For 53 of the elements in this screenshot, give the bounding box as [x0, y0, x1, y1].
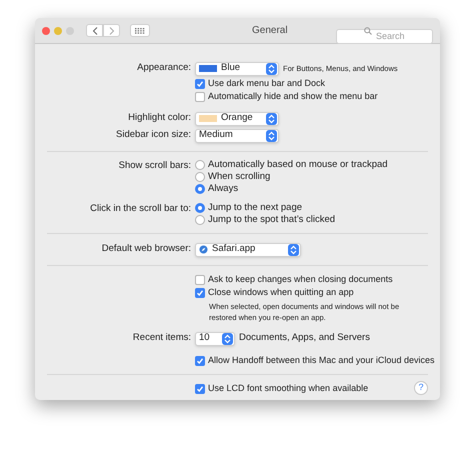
checkbox-label[interactable]: Automatically hide and show the menu bar	[208, 90, 378, 104]
field-label: Highlight color:	[128, 111, 191, 126]
checkbox[interactable]	[195, 384, 205, 394]
search-icon	[364, 27, 372, 35]
checkbox[interactable]	[195, 78, 205, 88]
back-button[interactable]	[86, 24, 103, 37]
grid-icon	[135, 28, 145, 34]
stepper-icon	[222, 332, 233, 344]
field-label: Recent items:	[132, 331, 191, 346]
popup-button[interactable]: Orange	[195, 112, 279, 126]
field-hint: Documents, Apps, and Servers	[239, 331, 370, 346]
chevron-right-icon	[108, 26, 114, 34]
popup-button[interactable]: Blue	[195, 62, 279, 76]
popup-button[interactable]: 10	[195, 332, 235, 346]
window-title: General	[252, 24, 288, 38]
checkbox[interactable]	[195, 92, 205, 102]
chevron-left-icon	[92, 26, 98, 34]
radio-label[interactable]: Automatically based on mouse or trackpad	[208, 158, 388, 172]
forward-button[interactable]	[103, 24, 120, 37]
field-label: Default web browser:	[102, 242, 191, 256]
help-button[interactable]: ?	[414, 381, 428, 395]
checkbox-label[interactable]: Allow Handoff between this Mac and your iCloud devices	[208, 354, 434, 368]
checkbox-label[interactable]: Ask to keep changes when closing documents	[208, 272, 393, 286]
radio-button[interactable]	[195, 172, 205, 182]
popup-button[interactable]: Medium	[195, 128, 279, 142]
radio-label[interactable]: When scrolling	[208, 170, 270, 184]
compass-icon	[199, 245, 208, 254]
radio-button[interactable]	[195, 184, 205, 194]
radio-label[interactable]: Always	[208, 182, 238, 196]
checkbox-label[interactable]: Close windows when quitting an app	[208, 286, 354, 300]
search-field[interactable]: Search	[336, 28, 433, 44]
stepper-icon	[266, 62, 277, 74]
stepper-icon	[266, 130, 277, 142]
radio-button[interactable]	[195, 203, 205, 213]
popup-button[interactable]: Safari.app	[195, 242, 301, 256]
radio-label[interactable]: Jump to the next page	[208, 200, 302, 216]
field-label: Click in the scroll bar to:	[90, 202, 191, 216]
stepper-icon	[266, 112, 277, 124]
radio-label[interactable]: Jump to the spot that’s clicked	[208, 212, 336, 228]
checkbox-label[interactable]: Use dark menu bar and Dock	[208, 76, 326, 90]
close-button[interactable]	[42, 26, 50, 34]
checkbox-label[interactable]: Use LCD font smoothing when available	[208, 382, 368, 396]
show-all-button[interactable]	[130, 24, 150, 37]
radio-button[interactable]	[195, 215, 205, 225]
radio-button[interactable]	[195, 160, 205, 170]
field-label: Sidebar icon size:	[116, 128, 191, 142]
stepper-icon	[288, 244, 299, 256]
minimize-button[interactable]	[54, 26, 62, 34]
checkbox[interactable]	[195, 356, 205, 366]
checkbox[interactable]	[195, 274, 205, 284]
checkbox[interactable]	[195, 288, 205, 298]
field-label: Show scroll bars:	[118, 159, 191, 173]
field-label: Appearance:	[137, 61, 191, 76]
